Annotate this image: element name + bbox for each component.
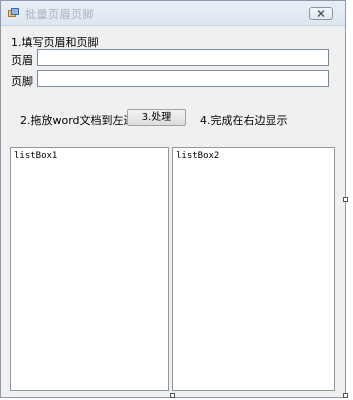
main-window: 批量页眉页脚 1.填写页眉和页脚 页眉 页脚 2.拖放word文档到左边 3.处…: [0, 0, 346, 398]
window-title: 批量页眉页脚: [25, 8, 94, 21]
app-icon: [8, 8, 19, 18]
listbox-right-name: listBox2: [176, 151, 220, 161]
process-button[interactable]: 3.处理: [127, 109, 186, 126]
step1-label: 1.填写页眉和页脚: [11, 36, 99, 49]
resize-handle-bottom[interactable]: [170, 393, 175, 398]
resize-handle-right[interactable]: [343, 197, 348, 202]
title-bar[interactable]: 批量页眉页脚: [1, 1, 345, 26]
close-icon: [317, 10, 325, 17]
step2-label: 2.拖放word文档到左边: [20, 114, 135, 127]
header-input[interactable]: [37, 49, 329, 66]
header-label: 页眉: [11, 54, 33, 67]
close-button[interactable]: [309, 7, 333, 20]
listbox-right[interactable]: listBox2: [172, 147, 335, 391]
resize-handle-corner[interactable]: [343, 393, 348, 398]
listbox-left[interactable]: listBox1: [10, 147, 169, 391]
footer-label: 页脚: [11, 75, 33, 88]
step4-label: 4.完成在右边显示: [200, 114, 288, 127]
footer-input[interactable]: [37, 70, 329, 87]
listbox-left-name: listBox1: [14, 151, 58, 161]
